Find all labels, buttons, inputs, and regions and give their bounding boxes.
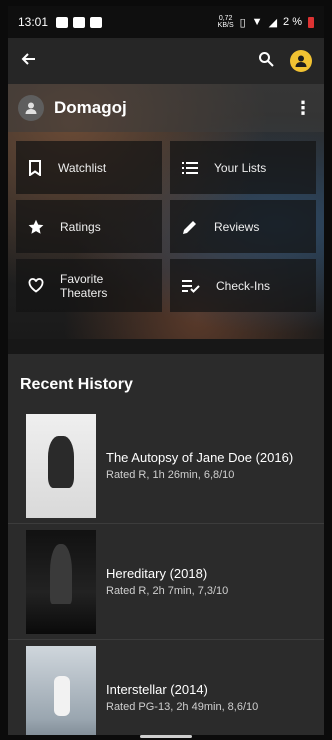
movie-poster bbox=[26, 645, 96, 735]
bookmark-icon bbox=[29, 159, 41, 176]
history-item-text: The Autopsy of Jane Doe (2016) Rated R, … bbox=[106, 450, 293, 481]
wifi-icon: ▼ bbox=[251, 16, 263, 28]
user-avatar-icon bbox=[18, 95, 44, 121]
history-item[interactable]: Interstellar (2014) Rated PG-13, 2h 49mi… bbox=[8, 640, 324, 735]
profile-header: Domagoj ⋮ Watchlist Your Lists Ratings R… bbox=[8, 84, 324, 339]
movie-meta: Rated R, 1h 26min, 6,8/10 bbox=[106, 469, 235, 481]
movie-title: Interstellar (2014) bbox=[106, 682, 208, 697]
tile-ratings[interactable]: Ratings bbox=[16, 200, 162, 253]
battery-percent: 2 % bbox=[283, 16, 302, 28]
history-item-text: Hereditary (2018) Rated R, 2h 7min, 7,3/… bbox=[106, 566, 228, 597]
search-icon[interactable] bbox=[258, 51, 274, 72]
tile-watchlist[interactable]: Watchlist bbox=[16, 141, 162, 194]
movie-title: The Autopsy of Jane Doe (2016) bbox=[106, 450, 294, 465]
tile-label: Watchlist bbox=[58, 160, 107, 175]
account-avatar-icon[interactable] bbox=[290, 50, 312, 72]
status-time: 13:01 bbox=[18, 15, 49, 29]
tile-favorite-theaters[interactable]: Favorite Theaters bbox=[16, 259, 162, 312]
profile-menu-grid: Watchlist Your Lists Ratings Reviews Fav… bbox=[16, 141, 316, 312]
list-icon bbox=[182, 161, 198, 174]
app-screen: 13:01 0,72 KB/S ▯ ▼ ◢ 2 % Domagoj ⋮ Watc… bbox=[8, 6, 324, 735]
battery-icon bbox=[308, 16, 314, 28]
tile-reviews[interactable]: Reviews bbox=[170, 200, 316, 253]
signal-icon: ◢ bbox=[268, 16, 278, 29]
profile-row: Domagoj ⋮ bbox=[8, 84, 324, 132]
section-divider bbox=[8, 339, 324, 354]
tile-label: Favorite Theaters bbox=[60, 271, 108, 300]
history-item[interactable]: The Autopsy of Jane Doe (2016) Rated R, … bbox=[8, 408, 324, 524]
youtube-notification-icon bbox=[90, 16, 103, 28]
movie-poster bbox=[26, 529, 96, 634]
more-options-icon[interactable]: ⋮ bbox=[294, 98, 314, 119]
checklist-icon bbox=[182, 279, 200, 293]
profile-name: Domagoj bbox=[54, 98, 127, 117]
tile-label: Reviews bbox=[214, 219, 260, 234]
movie-meta: Rated R, 2h 7min, 7,3/10 bbox=[106, 585, 229, 597]
back-arrow-icon[interactable] bbox=[20, 50, 36, 73]
vibrate-icon: ▯ bbox=[239, 16, 246, 29]
status-bar: 13:01 0,72 KB/S ▯ ▼ ◢ 2 % bbox=[8, 6, 324, 38]
history-item-text: Interstellar (2014) Rated PG-13, 2h 49mi… bbox=[106, 682, 258, 713]
top-app-bar bbox=[8, 38, 324, 84]
star-icon bbox=[28, 219, 44, 234]
recent-history-title: Recent History bbox=[20, 376, 133, 393]
movie-meta: Rated PG-13, 2h 49min, 8,6/10 bbox=[106, 701, 259, 713]
tile-label: Ratings bbox=[60, 219, 101, 234]
status-right: 0,72 KB/S ▯ ▼ ◢ 2 % bbox=[218, 15, 314, 29]
movie-poster bbox=[26, 413, 96, 518]
recent-history-list: The Autopsy of Jane Doe (2016) Rated R, … bbox=[8, 408, 324, 735]
movie-title: Hereditary (2018) bbox=[106, 566, 208, 581]
gesture-navigation-bar[interactable] bbox=[140, 735, 192, 738]
tile-check-ins[interactable]: Check-Ins bbox=[170, 259, 316, 312]
tile-label: Your Lists bbox=[214, 160, 267, 175]
pencil-icon bbox=[183, 220, 196, 234]
history-item[interactable]: Hereditary (2018) Rated R, 2h 7min, 7,3/… bbox=[8, 524, 324, 640]
tile-your-lists[interactable]: Your Lists bbox=[170, 141, 316, 194]
heart-icon bbox=[28, 278, 44, 293]
tile-label: Check-Ins bbox=[216, 278, 271, 293]
mail-notification-icon bbox=[73, 16, 86, 28]
notification-icon bbox=[56, 16, 69, 28]
app-bar-actions bbox=[258, 50, 312, 72]
network-speed: 0,72 KB/S bbox=[217, 15, 234, 29]
